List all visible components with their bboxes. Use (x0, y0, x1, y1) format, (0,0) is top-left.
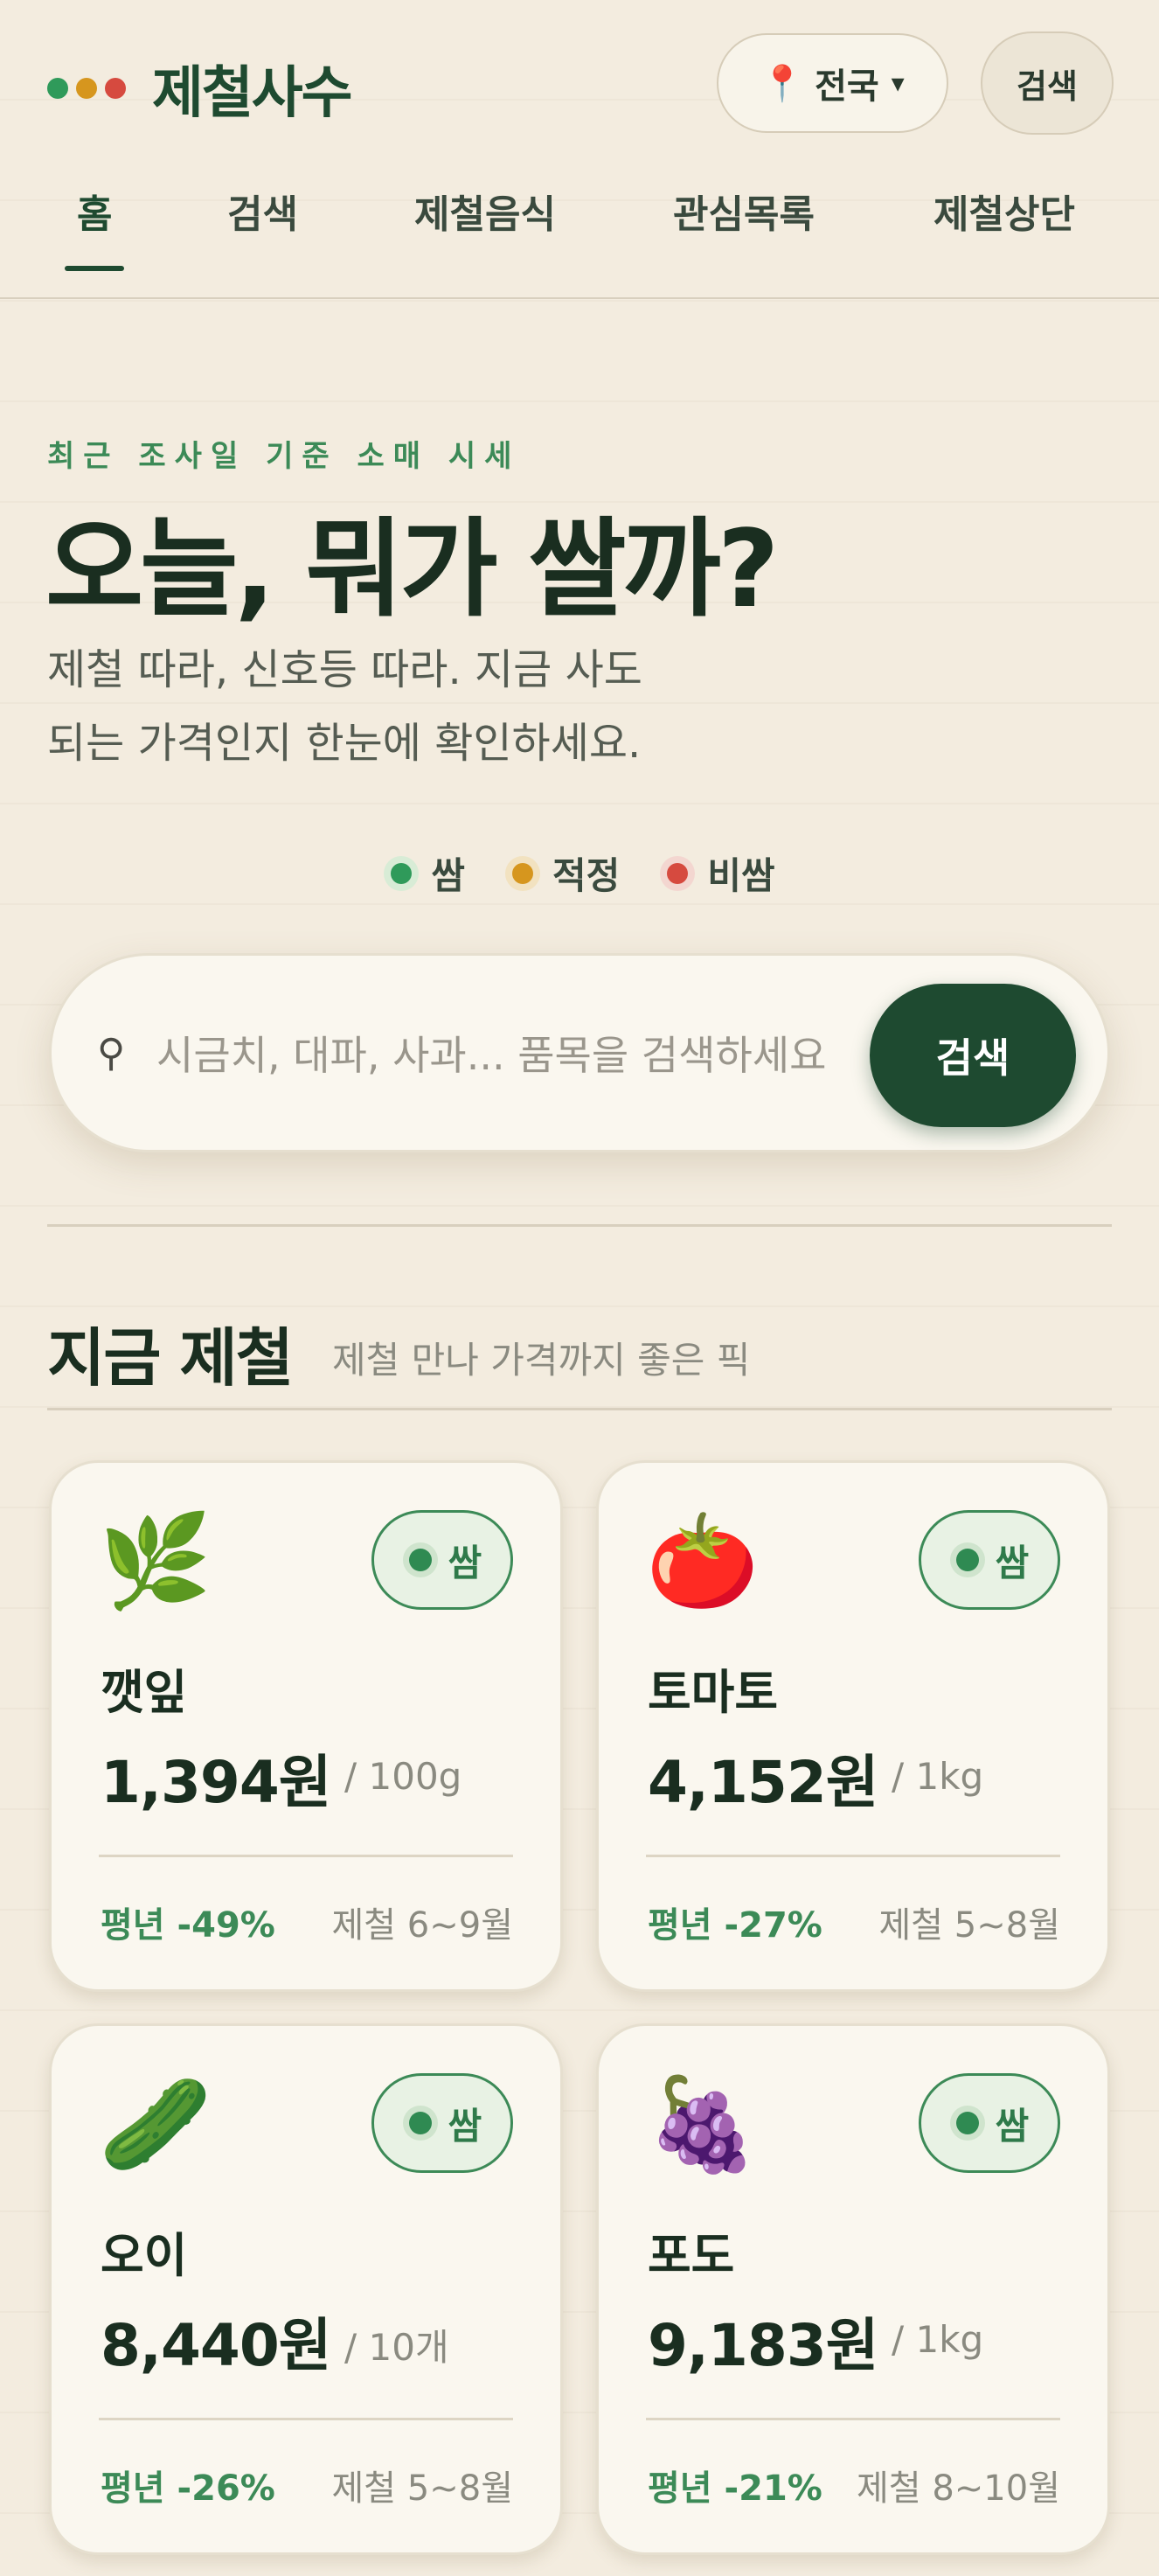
tab-label: 검색 (227, 192, 298, 237)
card-divider (646, 2418, 1060, 2420)
badge-label: 쌈 (448, 1541, 482, 1584)
search-submit-button[interactable]: 검색 (870, 984, 1076, 1127)
legend-label: 쌈 (431, 854, 466, 897)
tab-label: 홈 (77, 192, 113, 237)
legend-item-cheap: 쌈 (384, 846, 465, 900)
status-badge: 쌈 (919, 2073, 1060, 2173)
grapes-icon: 🍇 (646, 2071, 760, 2177)
header-search-button[interactable]: 검색 (981, 31, 1114, 135)
price-diff: 평년 -49% (101, 1905, 275, 1946)
green-signal-icon (384, 855, 420, 891)
nav-tabs: 홈 검색 제철음식 관심목록 제철상단 (0, 184, 1159, 299)
produce-unit: / 100g (344, 1755, 462, 1798)
hero-subtitle-line: 되는 가격인지 한눈에 확인하세요. (47, 719, 642, 768)
herb-icon: 🌿 (99, 1507, 212, 1614)
produce-name: 토마토 (648, 1665, 779, 1720)
legend-label: 적정 (552, 854, 621, 897)
search-icon: ⚲ (97, 1031, 126, 1076)
produce-unit: / 1kg (892, 2318, 984, 2361)
tomato-icon: 🍅 (646, 1507, 760, 1614)
produce-name: 깻잎 (101, 1665, 188, 1720)
tab-label: 제철음식 (414, 192, 556, 237)
green-signal-icon (949, 2106, 985, 2141)
hero-subtitle: 제철 따라, 신호등 따라. 지금 사도 되는 가격인지 한눈에 확인하세요. (47, 633, 711, 780)
price-legend: 쌈 적정 비쌈 (0, 846, 1159, 900)
produce-card-cucumber[interactable]: 🥒 쌈 오이 8,440원 / 10개 평년 -26% 제철 5~8월 (49, 2023, 563, 2555)
hero-subtitle-line: 제철 따라, 신호등 따라. 지금 사도 (47, 645, 642, 694)
traffic-light-dots (47, 78, 126, 99)
tab-seasonal-top[interactable]: 제철상단 (933, 184, 1075, 271)
pin-icon: 📍 (760, 63, 805, 104)
status-badge: 쌈 (919, 1510, 1060, 1610)
region-label: 전국 (815, 66, 879, 107)
app-header: 제철사수 📍 전국 ▾ 검색 (0, 0, 1159, 166)
red-dot-icon (105, 78, 126, 99)
status-badge: 쌈 (371, 1510, 513, 1610)
logo[interactable]: 제철사수 (47, 48, 353, 129)
green-signal-icon (402, 2106, 438, 2141)
produce-name: 오이 (101, 2228, 188, 2283)
tab-search[interactable]: 검색 (227, 184, 298, 271)
tab-label: 제철상단 (933, 192, 1075, 237)
section-subtitle: 제철 만나 가격까지 좋은 픽 (332, 1339, 751, 1382)
legend-item-expensive: 비쌈 (660, 846, 775, 900)
produce-unit: / 10개 (344, 2326, 449, 2369)
tab-watchlist[interactable]: 관심목록 (673, 184, 815, 271)
season-range: 제철 5~8월 (878, 1905, 1060, 1946)
tab-home[interactable]: 홈 (65, 184, 125, 271)
hero-eyebrow: 최근 조사일 기준 소매 시세 (47, 439, 521, 474)
badge-label: 쌈 (995, 1541, 1030, 1584)
card-divider (99, 2418, 513, 2420)
legend-label: 비쌈 (707, 854, 775, 897)
yellow-signal-icon (505, 855, 541, 891)
badge-label: 쌈 (448, 2104, 482, 2148)
badge-label: 쌈 (995, 2104, 1030, 2148)
produce-name: 포도 (648, 2228, 735, 2283)
active-tab-indicator (65, 266, 125, 271)
divider (47, 1408, 1112, 1410)
search-input[interactable] (156, 1008, 891, 1103)
season-range: 제철 6~9월 (331, 1905, 513, 1946)
red-signal-icon (660, 855, 696, 891)
legend-item-fair: 적정 (505, 846, 620, 900)
produce-card-perilla[interactable]: 🌿 쌈 깻잎 1,394원 / 100g 평년 -49% 제철 6~9월 (49, 1460, 563, 1992)
yellow-dot-icon (76, 78, 97, 99)
produce-price: 4,152원 (648, 1749, 878, 1816)
status-badge: 쌈 (371, 2073, 513, 2173)
green-signal-icon (402, 1542, 438, 1577)
price-diff: 평년 -26% (101, 2468, 275, 2509)
produce-card-tomato[interactable]: 🍅 쌈 토마토 4,152원 / 1kg 평년 -27% 제철 5~8월 (596, 1460, 1110, 1992)
price-diff: 평년 -21% (648, 2468, 822, 2509)
green-signal-icon (949, 1542, 985, 1577)
season-range: 제철 8~10월 (857, 2468, 1060, 2509)
card-divider (646, 1855, 1060, 1857)
tab-seasonal-food[interactable]: 제철음식 (414, 184, 556, 271)
price-diff: 평년 -27% (648, 1905, 822, 1946)
section-title: 지금 제철 (47, 1321, 294, 1395)
produce-price: 8,440원 (101, 2312, 331, 2379)
card-divider (99, 1855, 513, 1857)
hero-headline: 오늘, 뭐가 쌀까? (45, 507, 780, 631)
tab-label: 관심목록 (673, 192, 815, 237)
cucumber-icon: 🥒 (99, 2071, 212, 2177)
produce-card-grapes[interactable]: 🍇 쌈 포도 9,183원 / 1kg 평년 -21% 제철 8~10월 (596, 2023, 1110, 2555)
brand-name: 제철사수 (152, 61, 353, 126)
produce-price: 1,394원 (101, 1749, 331, 1816)
divider (47, 1224, 1112, 1227)
season-range: 제철 5~8월 (331, 2468, 513, 2509)
produce-unit: / 1kg (892, 1755, 984, 1798)
green-dot-icon (47, 78, 68, 99)
produce-price: 9,183원 (648, 2312, 878, 2379)
search-bar: ⚲ 검색 (49, 953, 1110, 1152)
chevron-down-icon: ▾ (891, 67, 905, 99)
region-selector[interactable]: 📍 전국 ▾ (717, 33, 948, 133)
